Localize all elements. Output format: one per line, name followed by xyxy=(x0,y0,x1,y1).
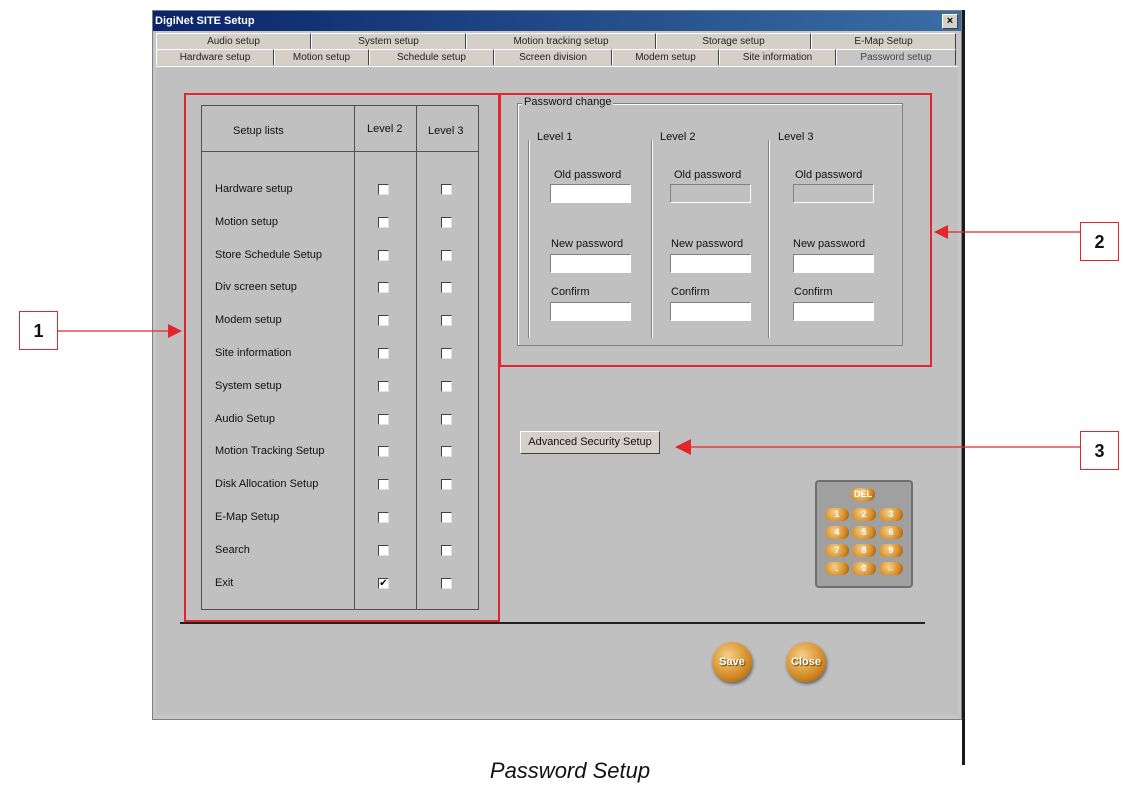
callout-3: 3 xyxy=(1080,431,1119,470)
figure-caption: Password Setup xyxy=(489,758,651,783)
annotation-arrows xyxy=(58,225,1080,455)
callout-1: 1 xyxy=(19,311,58,350)
callout-2: 2 xyxy=(1080,222,1119,261)
arrow-1-head xyxy=(168,324,182,338)
arrow-2-head xyxy=(934,225,948,239)
arrow-3-head xyxy=(675,439,691,455)
